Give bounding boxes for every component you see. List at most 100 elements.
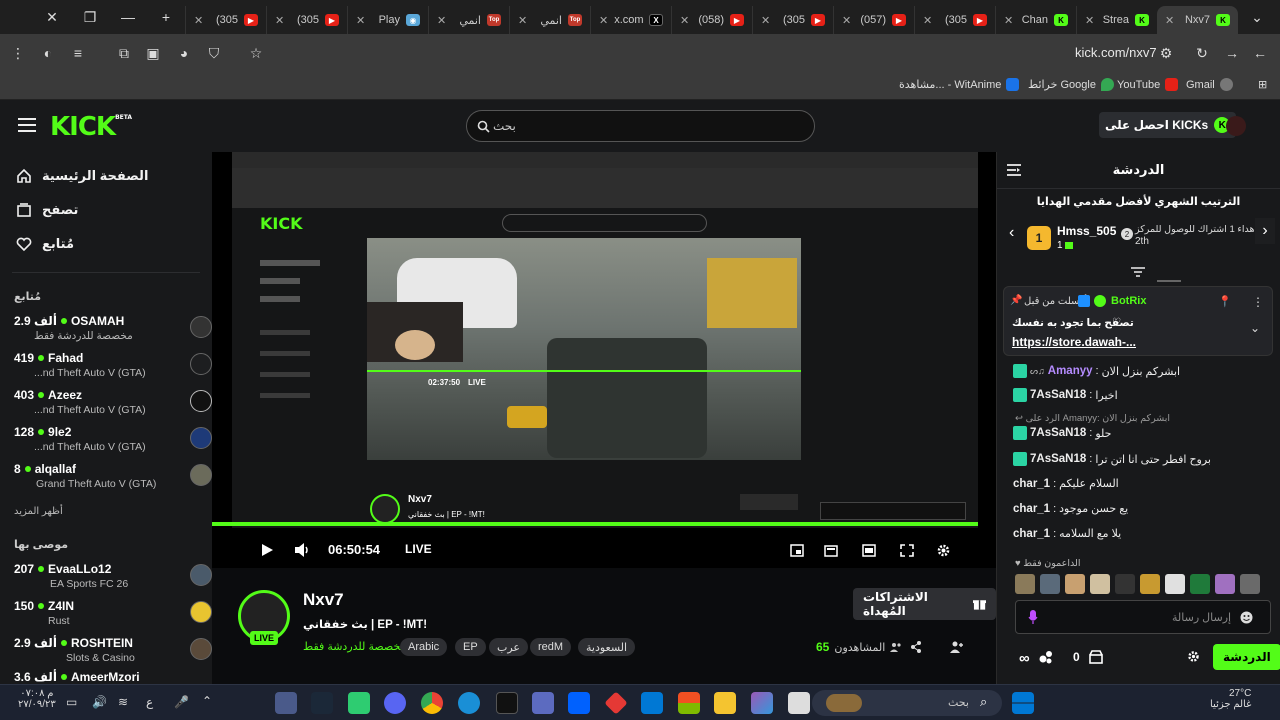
chevron-up-icon[interactable]: ⌃ [202, 694, 212, 708]
chat-username[interactable]: Amanyy [1048, 365, 1093, 377]
reload-icon[interactable]: ↻ [1192, 43, 1212, 63]
avatar[interactable] [1115, 574, 1135, 594]
file-explorer-icon[interactable] [714, 692, 736, 714]
restore-button[interactable]: ❐ [71, 0, 109, 34]
chat-app-icon[interactable] [348, 692, 370, 714]
epic-games-icon[interactable] [496, 692, 518, 714]
chat-username[interactable]: 7AsSaN18 [1030, 389, 1086, 401]
windows-start-icon[interactable] [1012, 692, 1034, 714]
extensions-puzzle-icon[interactable]: ⧉ [114, 43, 134, 63]
get-kicks-button[interactable]: احصل على KICKs K [1099, 112, 1237, 138]
stream-tag[interactable]: EP [455, 638, 486, 656]
sidebar-channel[interactable]: 150 Z4IN Rust [14, 599, 212, 635]
close-icon[interactable]: ✕ [275, 14, 284, 27]
avatar[interactable] [1226, 116, 1246, 136]
close-icon[interactable]: ✕ [923, 14, 932, 27]
chrome-icon[interactable] [421, 692, 443, 714]
volume-icon[interactable] [294, 543, 310, 557]
back-icon[interactable]: ← [1250, 43, 1270, 63]
stream-tag[interactable]: السعودية [578, 638, 636, 656]
copilot-icon[interactable] [751, 692, 773, 714]
share-icon[interactable] [910, 641, 922, 653]
bookmark-maps[interactable]: خرائط Google [1028, 78, 1114, 91]
extension-icon[interactable]: ◕ [174, 43, 194, 63]
game-app-icon[interactable] [275, 692, 297, 714]
pinned-link[interactable]: https://store.dawah-... [1012, 335, 1136, 349]
sidebar-channel[interactable]: 403 Azeez ...nd Theft Auto V (GTA) [14, 388, 212, 424]
avatar[interactable] [1215, 574, 1235, 594]
browser-tab[interactable]: ▶ (305 ✕ [752, 6, 833, 34]
more-vertical-icon[interactable]: ⋮ [1252, 295, 1264, 309]
emoji-icon[interactable] [1240, 611, 1253, 624]
stream-tag[interactable]: Arabic [400, 638, 448, 656]
chat-username[interactable]: char_1 [1013, 503, 1050, 515]
wifi-icon[interactable]: ≋ [118, 695, 128, 709]
outlook-icon[interactable] [641, 692, 663, 714]
volume-icon[interactable]: 🔊 [92, 695, 107, 709]
sidebar-channel[interactable]: 128 9le2 ...nd Theft Auto V (GTA) [14, 425, 212, 461]
teams-icon[interactable] [532, 692, 554, 714]
browser-tab[interactable]: Top انمي ✕ [428, 6, 509, 34]
close-icon[interactable]: ✕ [437, 14, 446, 27]
sidebar-channel[interactable]: 207 EvaaLLo12 EA Sports FC 26 [14, 562, 212, 598]
language-icon[interactable]: ع [146, 695, 153, 709]
sidebar-channel[interactable]: 2.9 ألف ROSHTEIN Slots & Casino [14, 636, 212, 672]
follow-user-icon[interactable] [950, 641, 963, 653]
chat-message-input[interactable]: إرسال رسالة [1015, 600, 1271, 634]
kicks-balance-icon[interactable] [1039, 650, 1053, 664]
settings-gear-icon[interactable] [936, 543, 951, 558]
avatar[interactable] [1040, 574, 1060, 594]
stream-tag[interactable]: redM [530, 638, 572, 656]
close-window-button[interactable]: ✕ [33, 0, 71, 34]
url-field[interactable]: kick.com/nxv7 [1075, 45, 1157, 60]
chat-settings-gear-icon[interactable] [1187, 650, 1200, 663]
store-icon[interactable] [678, 692, 700, 714]
sidebar-channel[interactable]: 8 alqallaf Grand Theft Auto V (GTA) [14, 462, 212, 498]
forward-icon[interactable]: → [1222, 43, 1242, 63]
kick-logo[interactable]: KICKBETA [50, 112, 132, 142]
sidebar-channel[interactable]: 2.9 ألف OSAMAH مخصصة للدردشة فقط [14, 314, 212, 350]
live-indicator[interactable]: LIVE [405, 542, 432, 556]
chat-username[interactable]: char_1 [1013, 528, 1050, 540]
clip-icon[interactable] [790, 544, 804, 557]
battery-icon[interactable]: ▭ [66, 695, 77, 709]
sidebar-channel[interactable]: 3.6 ألف AmeerMzori [14, 670, 200, 684]
nav-browse[interactable]: تصفح [16, 202, 78, 218]
avatar[interactable] [1240, 574, 1260, 594]
browser-tab[interactable]: ▶ (305 ✕ [914, 6, 995, 34]
steam-icon[interactable] [311, 692, 333, 714]
fullscreen-icon[interactable] [900, 544, 914, 557]
stream-category[interactable]: مخصصة للدردشة فقط [303, 640, 406, 653]
store-icon[interactable] [1089, 650, 1103, 664]
pinned-username[interactable]: BotRix [1111, 295, 1146, 307]
avatar[interactable] [1015, 574, 1035, 594]
close-icon[interactable]: ✕ [761, 14, 770, 27]
avatar[interactable] [1090, 574, 1110, 594]
browser-tab[interactable]: X x.com ✕ [590, 6, 671, 34]
menu-icon[interactable] [18, 118, 36, 132]
browser-tab[interactable]: ▶ (305 ✕ [185, 6, 266, 34]
filter-icon[interactable] [1131, 267, 1145, 277]
menu-dots-icon[interactable]: ⋮ [8, 43, 28, 63]
channel-name[interactable]: Nxv7 [303, 590, 344, 610]
taskbar-search[interactable]: بحث ⌕ [812, 690, 1002, 716]
chevron-down-icon[interactable]: ⌄ [1250, 321, 1260, 335]
shield-icon[interactable]: ⛉ [204, 43, 224, 63]
star-icon[interactable]: ☆ [246, 43, 266, 63]
extension-icon[interactable]: ▣ [143, 43, 163, 63]
browser-tab[interactable]: Top انمي ✕ [509, 6, 590, 34]
close-icon[interactable]: ✕ [680, 14, 689, 27]
bookmark-gmail[interactable]: Gmail [1186, 78, 1233, 91]
system-clock[interactable]: م ٠٧:٠٨ ٢٧/٠٩/٢٣ [18, 688, 56, 710]
avatar[interactable] [1190, 574, 1210, 594]
close-icon[interactable]: ✕ [1165, 14, 1174, 27]
show-more-link[interactable]: أظهر المزيد [14, 506, 63, 517]
search-input[interactable]: بحث [466, 110, 815, 142]
edge-icon[interactable] [458, 692, 480, 714]
avatar[interactable] [1140, 574, 1160, 594]
minimize-button[interactable]: — [109, 0, 147, 34]
close-icon[interactable]: ✕ [842, 14, 851, 27]
avatar[interactable] [1165, 574, 1185, 594]
close-icon[interactable]: ✕ [194, 14, 203, 27]
close-icon[interactable]: ✕ [1085, 14, 1094, 27]
